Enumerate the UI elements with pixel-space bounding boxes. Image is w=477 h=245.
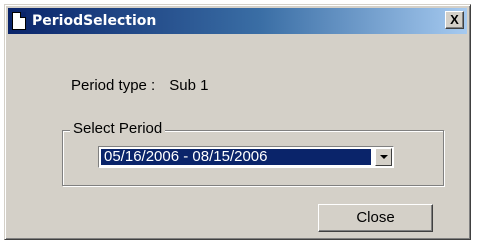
chevron-down-icon[interactable] xyxy=(375,148,392,166)
period-type-value: Sub 1 xyxy=(169,77,209,94)
select-period-group: Select Period 05/16/2006 - 08/15/2006 xyxy=(62,120,444,186)
period-type-label: Period type : xyxy=(71,77,156,94)
period-dropdown[interactable]: 05/16/2006 - 08/15/2006 xyxy=(98,146,394,168)
period-dropdown-value[interactable]: 05/16/2006 - 08/15/2006 xyxy=(101,149,371,165)
period-type-row: Period type : Sub 1 xyxy=(71,77,208,94)
title-bar[interactable]: PeriodSelection X xyxy=(8,8,467,34)
window-title: PeriodSelection xyxy=(32,13,157,29)
period-selection-dialog: PeriodSelection X Period type : Sub 1 Sel… xyxy=(4,4,471,240)
document-icon xyxy=(12,12,26,30)
close-button[interactable]: Close xyxy=(318,204,433,232)
title-close-button[interactable]: X xyxy=(445,11,464,29)
select-period-label: Select Period xyxy=(70,120,166,137)
